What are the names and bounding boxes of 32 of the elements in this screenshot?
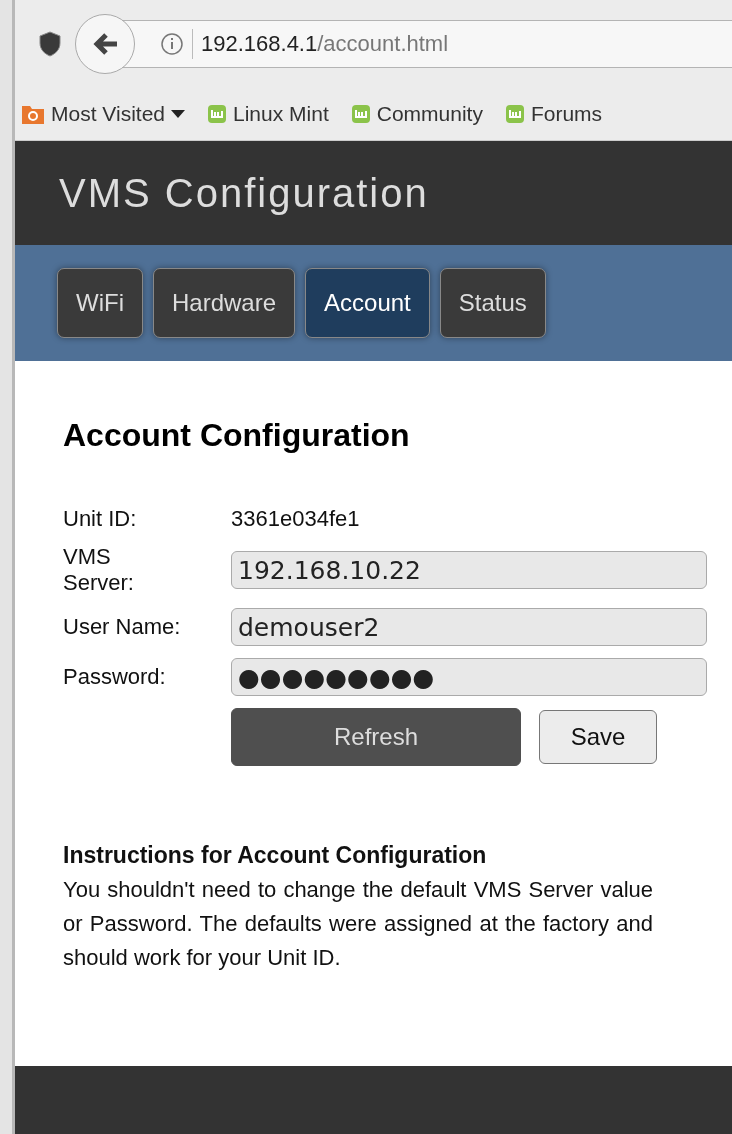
nav-tab[interactable]: Account: [305, 268, 430, 338]
leaf-icon: [207, 104, 227, 124]
instructions-text: You shouldn't need to change the default VMS Server value or Password. The defaults were assigned at the factory and should work for your Unit ID.: [63, 876, 653, 972]
save-button[interactable]: Save: [539, 710, 657, 764]
leaf-icon: [350, 104, 371, 124]
info-icon[interactable]: [160, 32, 184, 56]
refresh-button[interactable]: Refresh: [231, 708, 521, 766]
folder-icon: [21, 103, 45, 125]
url-path: /account.html: [317, 31, 449, 57]
unit-id-value: 3361e034fe1: [231, 506, 361, 532]
input-field[interactable]: ●●●●●●●●●: [231, 658, 707, 696]
bookmark-link[interactable]: Linux Mint: [207, 102, 329, 126]
url-host: 192.168.4.1: [201, 31, 318, 57]
shield-icon[interactable]: [39, 31, 61, 57]
bookmark-link[interactable]: Community: [350, 102, 483, 126]
leaf-icon: [504, 104, 525, 124]
page-title: VMS Configuration: [59, 170, 429, 216]
bookmark-link[interactable]: Forums: [504, 102, 603, 126]
input-field[interactable]: 192.168.10.22: [231, 551, 707, 589]
bookmark-folder[interactable]: Most Visited: [21, 102, 185, 126]
field-label: Unit ID:: [63, 506, 138, 532]
instructions-heading: Instructions for Account Configuration: [63, 842, 488, 869]
back-arrow-icon: [91, 32, 119, 56]
dropdown-caret-icon: [171, 110, 185, 118]
input-field[interactable]: demouser2: [231, 608, 707, 646]
nav-tab[interactable]: WiFi: [57, 268, 143, 338]
field-label: Password:: [63, 664, 167, 690]
nav-tab[interactable]: Hardware: [153, 268, 296, 338]
section-heading: Account Configuration: [63, 417, 411, 454]
field-label: VMS Server:: [63, 544, 135, 596]
nav-tab[interactable]: Status: [439, 268, 546, 338]
field-label: User Name:: [63, 614, 182, 640]
